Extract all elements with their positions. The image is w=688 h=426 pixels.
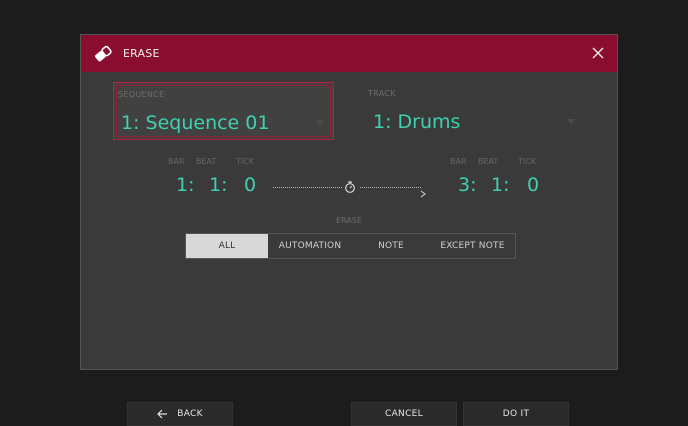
end-tick-label: TICK — [518, 157, 537, 166]
sequence-label: SEQUENCE — [118, 90, 165, 99]
sequence-field[interactable]: SEQUENCE 1: Sequence 01 — [113, 82, 334, 140]
cancel-button[interactable]: CANCEL — [351, 402, 457, 426]
range-line-right — [360, 187, 421, 188]
erase-option-note[interactable]: NOTE — [352, 234, 430, 258]
end-tick: 0 — [527, 174, 540, 196]
track-dropdown-icon — [567, 119, 575, 124]
erase-mode-selector: ALL AUTOMATION NOTE EXCEPT NOTE — [185, 233, 516, 259]
start-tick-label: TICK — [236, 157, 255, 166]
range-line-left — [273, 187, 342, 188]
erase-option-except-note[interactable]: EXCEPT NOTE — [430, 234, 515, 258]
sequence-value: 1: Sequence 01 — [121, 112, 270, 134]
eraser-icon — [93, 44, 113, 64]
arrow-left-icon — [157, 409, 169, 419]
erase-dialog: ERASE SEQUENCE 1: Sequence 01 TRACK 1: D… — [80, 34, 618, 370]
back-button[interactable]: BACK — [127, 402, 233, 426]
end-beat-label: BEAT — [478, 157, 499, 166]
screen: ERASE SEQUENCE 1: Sequence 01 TRACK 1: D… — [0, 0, 688, 426]
track-label: TRACK — [368, 89, 396, 98]
start-bar: 1: — [176, 174, 195, 196]
start-beat: 1: — [209, 174, 228, 196]
erase-option-all[interactable]: ALL — [186, 234, 268, 258]
start-beat-label: BEAT — [196, 157, 217, 166]
track-value: 1: Drums — [373, 111, 461, 133]
erase-mode-label: ERASE — [336, 216, 362, 225]
track-field[interactable]: TRACK 1: Drums — [361, 82, 581, 140]
close-icon[interactable] — [591, 45, 605, 59]
start-tick: 0 — [244, 174, 257, 196]
end-beat: 1: — [491, 174, 510, 196]
end-bar: 3: — [458, 174, 477, 196]
cancel-label: CANCEL — [385, 409, 423, 419]
end-bar-label: BAR — [450, 157, 467, 166]
back-label: BACK — [177, 409, 203, 419]
start-time[interactable]: BAR BEAT TICK 1: 1: 0 — [161, 155, 271, 196]
start-bar-label: BAR — [168, 157, 185, 166]
arrow-right-icon — [419, 183, 427, 198]
stopwatch-icon — [343, 179, 357, 193]
end-time[interactable]: BAR BEAT TICK 3: 1: 0 — [443, 155, 553, 196]
sequence-dropdown-icon — [316, 120, 324, 125]
do-it-button[interactable]: DO IT — [463, 402, 569, 426]
erase-option-automation[interactable]: AUTOMATION — [268, 234, 352, 258]
dialog-header: ERASE — [81, 35, 617, 72]
dialog-title: ERASE — [123, 47, 160, 60]
do-it-label: DO IT — [502, 409, 530, 419]
